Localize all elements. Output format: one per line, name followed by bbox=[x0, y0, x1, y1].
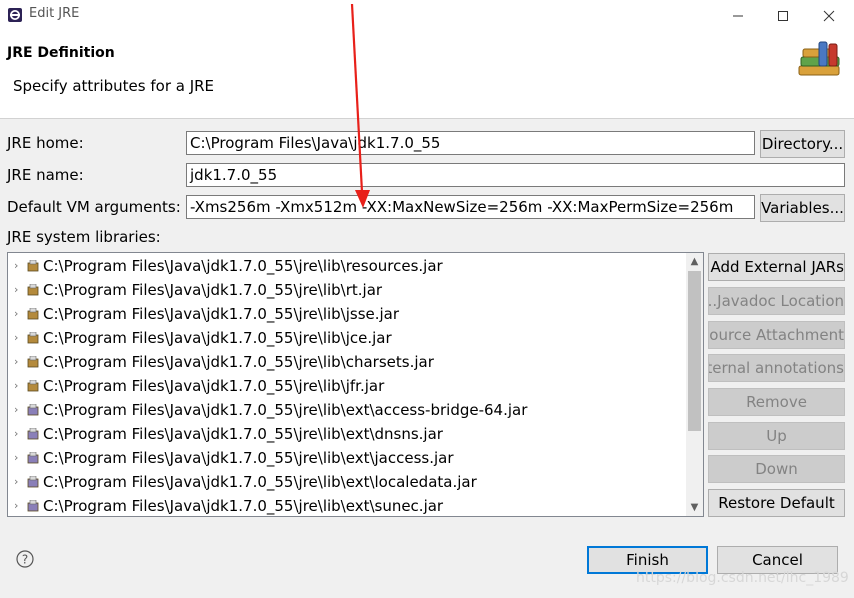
expand-chevron-icon[interactable]: › bbox=[14, 374, 18, 398]
jar-icon bbox=[27, 308, 39, 320]
remove-button[interactable]: Remove bbox=[708, 388, 845, 416]
directory-button[interactable]: Directory... bbox=[760, 130, 845, 158]
ext-jar-icon bbox=[27, 500, 39, 512]
up-button[interactable]: Up bbox=[708, 422, 845, 450]
maximize-button[interactable] bbox=[760, 0, 806, 31]
dialog-header: JRE Definition Specify attributes for a … bbox=[0, 31, 854, 119]
external-annotations-button[interactable]: External annotations... bbox=[708, 354, 845, 382]
source-attachment-button[interactable]: Source Attachment... bbox=[708, 321, 845, 349]
library-row[interactable]: › C:\Program Files\Java\jdk1.7.0_55\jre\l… bbox=[8, 350, 684, 374]
library-path: C:\Program Files\Java\jdk1.7.0_55\jre\li… bbox=[43, 353, 434, 371]
library-row[interactable]: › C:\Program Files\Java\jdk1.7.0_55\jre\l… bbox=[8, 422, 684, 446]
library-path: C:\Program Files\Java\jdk1.7.0_55\jre\li… bbox=[43, 497, 444, 515]
jar-icon bbox=[27, 332, 39, 344]
ext-jar-icon bbox=[27, 404, 39, 416]
window-title: Edit JRE bbox=[29, 6, 80, 21]
library-path: C:\Program Files\Java\jdk1.7.0_55\jre\li… bbox=[43, 401, 528, 419]
library-path: C:\Program Files\Java\jdk1.7.0_55\jre\li… bbox=[43, 377, 385, 395]
jar-icon bbox=[27, 260, 39, 272]
library-books-icon bbox=[798, 41, 840, 76]
library-row[interactable]: › C:\Program Files\Java\jdk1.7.0_55\jre\l… bbox=[8, 446, 684, 470]
system-libraries-label: JRE system libraries: bbox=[7, 228, 161, 246]
vm-arguments-input[interactable]: -Xms256m -Xmx512m -XX:MaxNewSize=256m -X… bbox=[186, 195, 755, 219]
svg-text:?: ? bbox=[22, 553, 28, 567]
library-row[interactable]: › C:\Program Files\Java\jdk1.7.0_55\jre\l… bbox=[8, 326, 684, 350]
library-path: C:\Program Files\Java\jdk1.7.0_55\jre\li… bbox=[43, 329, 392, 347]
add-external-jars-button[interactable]: Add External JARs... bbox=[708, 253, 845, 281]
maximize-icon bbox=[778, 10, 788, 21]
library-path: C:\Program Files\Java\jdk1.7.0_55\jre\li… bbox=[43, 425, 443, 443]
minimize-icon bbox=[733, 15, 743, 16]
expand-chevron-icon[interactable]: › bbox=[14, 326, 18, 350]
library-row[interactable]: › C:\Program Files\Java\jdk1.7.0_55\jre\l… bbox=[8, 254, 684, 278]
vm-arguments-label: Default VM arguments: bbox=[7, 198, 181, 216]
jre-home-label: JRE home: bbox=[7, 134, 84, 152]
library-row[interactable]: › C:\Program Files\Java\jdk1.7.0_55\jre\l… bbox=[8, 494, 684, 516]
system-libraries-tree[interactable]: › C:\Program Files\Java\jdk1.7.0_55\jre\l… bbox=[7, 252, 704, 517]
ext-jar-icon bbox=[27, 428, 39, 440]
expand-chevron-icon[interactable]: › bbox=[14, 446, 18, 470]
variables-button[interactable]: Variables... bbox=[760, 194, 845, 222]
library-row[interactable]: › C:\Program Files\Java\jdk1.7.0_55\jre\l… bbox=[8, 398, 684, 422]
jar-icon bbox=[27, 380, 39, 392]
title-bar: Edit JRE bbox=[0, 0, 854, 31]
jre-name-label: JRE name: bbox=[7, 166, 84, 184]
help-icon[interactable]: ? bbox=[16, 550, 34, 568]
library-row[interactable]: › C:\Program Files\Java\jdk1.7.0_55\jre\l… bbox=[8, 302, 684, 326]
watermark: https://blog.csdn.net/lhc_1989 bbox=[636, 570, 849, 586]
ext-jar-icon bbox=[27, 476, 39, 488]
eclipse-app-icon bbox=[8, 8, 22, 22]
library-path: C:\Program Files\Java\jdk1.7.0_55\jre\li… bbox=[43, 281, 383, 299]
expand-chevron-icon[interactable]: › bbox=[14, 470, 18, 494]
down-button[interactable]: Down bbox=[708, 455, 845, 483]
libraries-scrollbar[interactable]: ▲ ▼ bbox=[686, 253, 703, 516]
jar-icon bbox=[27, 356, 39, 368]
expand-chevron-icon[interactable]: › bbox=[14, 278, 18, 302]
library-row[interactable]: › C:\Program Files\Java\jdk1.7.0_55\jre\l… bbox=[8, 374, 684, 398]
jre-home-input[interactable]: C:\Program Files\Java\jdk1.7.0_55 bbox=[186, 131, 755, 155]
expand-chevron-icon[interactable]: › bbox=[14, 422, 18, 446]
library-row[interactable]: › C:\Program Files\Java\jdk1.7.0_55\jre\l… bbox=[8, 470, 684, 494]
jar-icon bbox=[27, 284, 39, 296]
library-path: C:\Program Files\Java\jdk1.7.0_55\jre\li… bbox=[43, 257, 443, 275]
expand-chevron-icon[interactable]: › bbox=[14, 350, 18, 374]
jre-name-input[interactable]: jdk1.7.0_55 bbox=[186, 163, 845, 187]
library-path: C:\Program Files\Java\jdk1.7.0_55\jre\li… bbox=[43, 449, 454, 467]
expand-chevron-icon[interactable]: › bbox=[14, 398, 18, 422]
scrollbar-thumb[interactable] bbox=[688, 271, 701, 431]
minimize-button[interactable] bbox=[715, 0, 761, 31]
expand-chevron-icon[interactable]: › bbox=[14, 494, 18, 516]
library-row[interactable]: › C:\Program Files\Java\jdk1.7.0_55\jre\l… bbox=[8, 278, 684, 302]
scroll-down-arrow-icon[interactable]: ▼ bbox=[686, 499, 703, 516]
close-icon bbox=[823, 10, 835, 21]
library-path: C:\Program Files\Java\jdk1.7.0_55\jre\li… bbox=[43, 305, 400, 323]
expand-chevron-icon[interactable]: › bbox=[14, 302, 18, 326]
scroll-up-arrow-icon[interactable]: ▲ bbox=[686, 253, 703, 270]
expand-chevron-icon[interactable]: › bbox=[14, 254, 18, 278]
library-path: C:\Program Files\Java\jdk1.7.0_55\jre\li… bbox=[43, 473, 477, 491]
javadoc-location-button[interactable]: Javadoc Location... bbox=[708, 287, 845, 315]
restore-default-button[interactable]: Restore Default bbox=[708, 489, 845, 517]
section-description: Specify attributes for a JRE bbox=[13, 77, 215, 95]
ext-jar-icon bbox=[27, 452, 39, 464]
close-button[interactable] bbox=[806, 0, 852, 31]
section-title: JRE Definition bbox=[7, 45, 115, 61]
